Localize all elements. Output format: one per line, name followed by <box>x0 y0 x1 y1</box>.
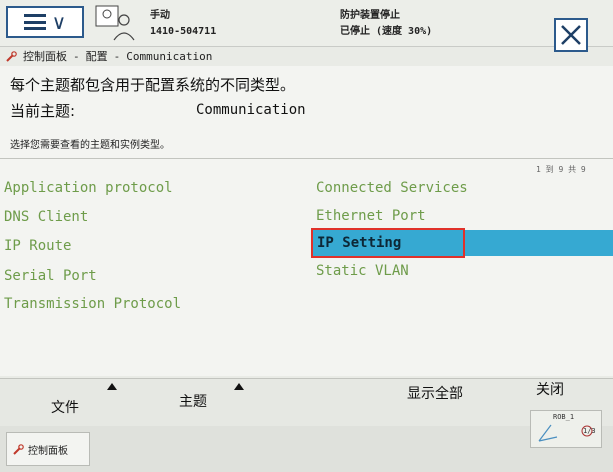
instruction-text: 选择您需要查看的主题和实例类型。 <box>10 140 170 151</box>
mode-info: 手动 1410-504711 <box>150 8 216 40</box>
bottom-toolbar: 文件 主题 显示全部 关闭 <box>0 378 613 428</box>
status-line-1: 防护装置停止 <box>340 10 400 21</box>
flexpendant-screen: ∨ 手动 1410-504711 防护装置停止 已停止 (速度 30%) 控制面… <box>0 0 613 472</box>
close-window-button[interactable] <box>554 18 588 52</box>
status-bar: 控制面板 <box>0 426 613 472</box>
rob-sub-label: 1/3 <box>583 427 596 435</box>
hamburger-icon <box>23 14 46 30</box>
breadcrumb-config[interactable]: 配置 <box>86 48 108 64</box>
control-panel-icon <box>6 50 17 62</box>
pager-indicator: 1 到 9 共 9 <box>536 165 586 174</box>
header-bar: ∨ 手动 1410-504711 防护装置停止 已停止 (速度 30%) <box>0 0 613 52</box>
control-panel-tab-label: 控制面板 <box>28 445 68 457</box>
rob-label: ROB_1 <box>553 413 575 421</box>
file-menu-button[interactable]: 文件 <box>30 383 100 431</box>
type-ip-route[interactable]: IP Route <box>4 238 71 254</box>
breadcrumb-separator: - <box>73 49 80 63</box>
panel-description: 每个主题都包含用于配置系统的不同类型。 <box>10 76 296 94</box>
control-panel-icon <box>13 443 24 455</box>
controller-id: 1410-504711 <box>150 26 217 37</box>
close-icon <box>561 25 581 45</box>
topic-menu-arrow-icon <box>234 383 244 390</box>
type-transmission-protocol[interactable]: Transmission Protocol <box>4 296 181 312</box>
quickset-robot-button[interactable]: ROB_1 1/3 <box>530 410 602 448</box>
breadcrumb: 控制面板 - 配置 - Communication <box>6 48 212 64</box>
chevron-down-icon: ∨ <box>51 10 67 34</box>
type-serial-port[interactable]: Serial Port <box>4 268 97 284</box>
selection-highlight-box <box>311 228 465 258</box>
current-topic-value: Communication <box>196 102 306 118</box>
breadcrumb-current: Communication <box>126 49 213 63</box>
type-connected-services[interactable]: Connected Services <box>316 180 468 196</box>
breadcrumb-separator: - <box>113 49 121 63</box>
operation-mode: 手动 <box>150 10 170 21</box>
controller-status: 防护装置停止 已停止 (速度 30%) <box>340 8 432 40</box>
current-topic-label: 当前主题: <box>10 102 76 120</box>
type-application-protocol[interactable]: Application protocol <box>4 180 173 196</box>
main-menu-button[interactable]: ∨ <box>6 6 84 38</box>
topic-menu-button[interactable]: 主题 <box>158 377 228 425</box>
control-panel-tab[interactable]: 控制面板 <box>6 432 90 466</box>
robot-status-icon[interactable] <box>94 4 138 42</box>
type-dns-client[interactable]: DNS Client <box>4 209 88 225</box>
close-button[interactable]: 关闭 <box>515 365 585 413</box>
type-static-vlan[interactable]: Static VLAN <box>316 263 409 279</box>
breadcrumb-root[interactable]: 控制面板 <box>23 48 67 64</box>
status-line-2: 已停止 (速度 30%) <box>340 26 433 37</box>
config-panel: 每个主题都包含用于配置系统的不同类型。 当前主题: Communication … <box>0 66 613 376</box>
show-all-button[interactable]: 显示全部 <box>390 369 480 417</box>
type-ethernet-port[interactable]: Ethernet Port <box>316 208 426 224</box>
divider <box>0 158 613 159</box>
file-menu-arrow-icon <box>107 383 117 390</box>
